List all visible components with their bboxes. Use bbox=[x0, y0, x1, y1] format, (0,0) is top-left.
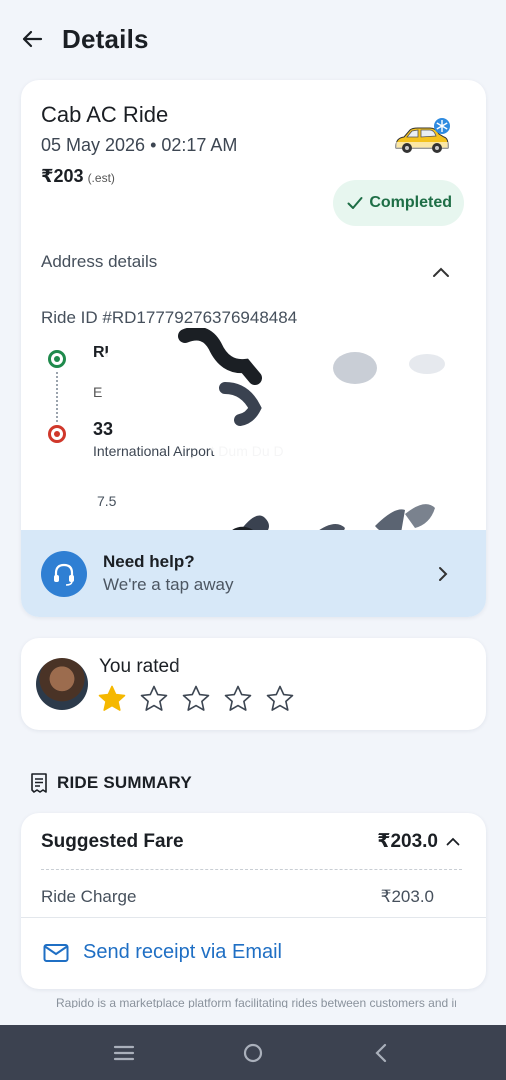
address-details-header[interactable]: Address details bbox=[41, 252, 157, 272]
back-chevron-icon[interactable] bbox=[370, 1041, 394, 1065]
ride-summary-title: RIDE SUMMARY bbox=[57, 773, 192, 792]
ride-details-card: Cab AC Ride 05 May 2026 • 02:17 AM ₹203(… bbox=[21, 80, 486, 617]
help-text-block: Need help? We're a tap away bbox=[103, 552, 234, 595]
page-title: Details bbox=[62, 23, 149, 54]
send-receipt-label: Send receipt via Email bbox=[83, 941, 282, 963]
ride-charge-value: ₹203.0 bbox=[380, 887, 434, 906]
ride-datetime: 05 May 2026 • 02:17 AM bbox=[41, 135, 238, 155]
chevron-up-icon[interactable] bbox=[446, 837, 460, 846]
suggested-fare-amount: ₹203.0 bbox=[377, 831, 438, 852]
rating-card: You rated bbox=[21, 638, 486, 730]
need-help-banner[interactable]: Need help? We're a tap away bbox=[21, 530, 486, 617]
rating-label: You rated bbox=[99, 656, 180, 677]
check-icon bbox=[347, 197, 363, 209]
section-divider bbox=[21, 917, 486, 918]
driver-avatar bbox=[36, 658, 88, 710]
ride-fare-note: (.est) bbox=[87, 171, 115, 185]
ride-charge-row: Ride Charge ₹203.0 bbox=[41, 887, 434, 907]
star-filled-icon[interactable] bbox=[97, 684, 127, 714]
mail-icon bbox=[43, 943, 69, 962]
back-arrow-icon[interactable] bbox=[20, 27, 44, 51]
system-navigation-bar bbox=[0, 1025, 506, 1080]
suggested-fare-label: Suggested Fare bbox=[41, 830, 184, 852]
help-title: Need help? bbox=[103, 552, 195, 571]
drop-marker-icon bbox=[48, 425, 66, 443]
rating-stars[interactable] bbox=[97, 684, 295, 714]
fare-card: Suggested Fare ₹203.0 Ride Charge ₹203.0… bbox=[21, 813, 486, 989]
menu-icon[interactable] bbox=[112, 1041, 136, 1065]
help-subtitle: We're a tap away bbox=[103, 575, 234, 594]
headset-icon bbox=[41, 550, 87, 597]
send-receipt-email-button[interactable]: Send receipt via Email bbox=[43, 941, 282, 964]
redaction-scribble bbox=[105, 328, 465, 538]
ride-summary-heading: RIDE SUMMARY bbox=[30, 773, 192, 793]
suggested-fare-value: ₹203.0 bbox=[377, 830, 460, 853]
ride-fare-amount: ₹203 bbox=[41, 166, 84, 186]
ride-id: Ride ID #RD17779276376948484 bbox=[41, 308, 298, 327]
star-outline-icon[interactable] bbox=[181, 684, 211, 714]
ride-fare: ₹203 (.est) bbox=[41, 166, 115, 187]
marketplace-footnote: Rapido is a marketplace platform facilit… bbox=[56, 996, 456, 1008]
redaction-blur bbox=[181, 644, 421, 688]
status-text: Completed bbox=[369, 194, 452, 211]
suggested-fare-row[interactable]: Suggested Fare ₹203.0 bbox=[41, 830, 460, 853]
ride-type-title: Cab AC Ride bbox=[41, 102, 169, 127]
star-outline-icon[interactable] bbox=[139, 684, 169, 714]
chevron-up-icon[interactable] bbox=[432, 266, 450, 278]
app-header: Details bbox=[0, 0, 506, 78]
fare-divider bbox=[41, 869, 462, 870]
chevron-right-icon bbox=[439, 567, 448, 581]
star-outline-icon[interactable] bbox=[223, 684, 253, 714]
status-badge: Completed bbox=[333, 180, 464, 226]
pickup-location-address: E bbox=[93, 384, 103, 400]
ac-cab-car-icon bbox=[395, 118, 450, 153]
home-circle-icon[interactable] bbox=[241, 1041, 265, 1065]
receipt-icon bbox=[31, 773, 47, 793]
ride-charge-label: Ride Charge bbox=[41, 887, 137, 906]
route-connector bbox=[56, 372, 58, 422]
pickup-marker-icon bbox=[48, 350, 66, 368]
star-outline-icon[interactable] bbox=[265, 684, 295, 714]
